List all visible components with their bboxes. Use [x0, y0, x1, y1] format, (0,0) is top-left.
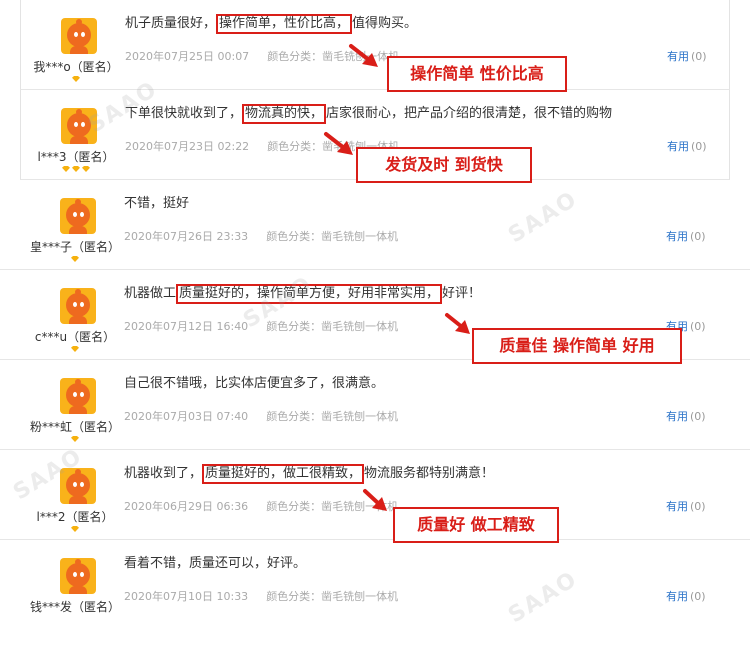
arrow-4-shaft: [363, 489, 381, 506]
arrow-3-shaft: [445, 313, 464, 329]
arrow-2-shaft: [324, 132, 346, 150]
arrow-1-shaft: [349, 44, 371, 62]
